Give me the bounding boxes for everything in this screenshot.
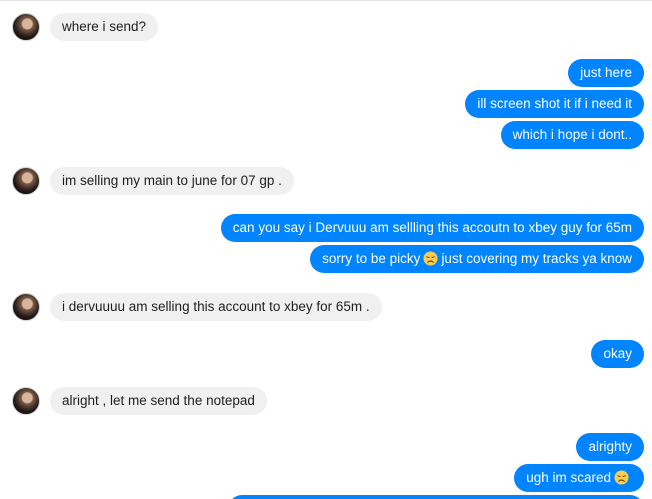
outgoing-message[interactable]: can you say i Dervuuu am sellling this a… — [220, 214, 644, 242]
outgoing-message[interactable]: which i hope i dont.. — [500, 121, 644, 149]
outgoing-message-partial[interactable] — [228, 495, 644, 499]
contact-avatar[interactable] — [12, 387, 40, 415]
outgoing-message[interactable]: alrighty — [576, 433, 644, 461]
chat-thread: where i send? just here ill screen shot … — [0, 0, 652, 499]
message-text: just covering my tracks ya know — [441, 251, 632, 266]
incoming-message[interactable]: where i send? — [50, 13, 159, 41]
outgoing-message[interactable]: okay — [591, 340, 644, 368]
contact-avatar[interactable] — [12, 167, 40, 195]
outgoing-message[interactable]: ill screen shot it if i need it — [465, 90, 644, 118]
incoming-message[interactable]: im selling my main to june for 07 gp . — [50, 167, 294, 195]
incoming-message[interactable]: i dervuuuu am selling this account to xb… — [50, 293, 382, 321]
message-text: sorry to be picky — [322, 251, 421, 266]
outgoing-message[interactable]: sorry to be picky just covering my track… — [310, 245, 644, 273]
outgoing-message[interactable]: ugh im scared — [514, 464, 644, 492]
disappointed-face-icon — [423, 251, 438, 266]
message-text: ugh im scared — [526, 470, 611, 485]
disappointed-face-icon — [614, 470, 629, 485]
incoming-message[interactable]: alright , let me send the notepad — [50, 387, 267, 415]
outgoing-message[interactable]: just here — [568, 59, 644, 87]
contact-avatar[interactable] — [12, 293, 40, 321]
contact-avatar[interactable] — [12, 13, 40, 41]
